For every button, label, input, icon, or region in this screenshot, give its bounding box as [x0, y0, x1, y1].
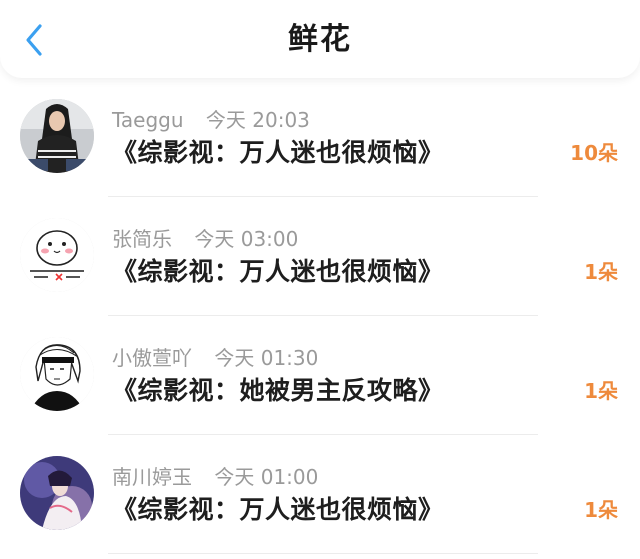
top-bar: 鲜花 — [0, 0, 640, 78]
book-title[interactable]: 《综影视：她被男主反攻略》 — [112, 374, 444, 408]
sender-name: 南川婷玉 — [112, 465, 192, 489]
flower-count: 1朵 — [584, 498, 618, 522]
gift-time: 03:00 — [240, 227, 299, 251]
sender-name: Taeggu — [112, 108, 184, 132]
gift-day: 今天 — [214, 346, 255, 370]
sender-name: 张简乐 — [112, 227, 172, 251]
sender-name: 小傲萱吖 — [112, 346, 192, 370]
gift-day: 今天 — [205, 108, 246, 132]
list-item[interactable]: 张简乐 今天 03:00 《综影视：万人迷也很烦恼》 1朵 — [0, 197, 640, 316]
gift-time: 01:30 — [260, 346, 319, 370]
avatar[interactable] — [20, 456, 94, 530]
gift-day: 今天 — [214, 465, 255, 489]
flowers-page: 鲜花 Taeggu 今天 20:03 《综影视：万人迷也很烦恼》 10朵 张简乐… — [0, 0, 640, 559]
list-item[interactable]: 南川婷玉 今天 01:00 《综影视：万人迷也很烦恼》 1朵 — [0, 435, 640, 554]
avatar-sketch-girl — [20, 337, 94, 411]
gift-meta: 张简乐 今天 03:00 — [112, 227, 298, 251]
gift-day: 今天 — [194, 227, 235, 251]
avatar[interactable] — [20, 337, 94, 411]
book-title[interactable]: 《综影视：万人迷也很烦恼》 — [112, 136, 444, 170]
gift-time: 20:03 — [252, 108, 310, 132]
gift-meta: 小傲萱吖 今天 01:30 — [112, 346, 318, 370]
page-title: 鲜花 — [288, 22, 352, 57]
book-title[interactable]: 《综影视：万人迷也很烦恼》 — [112, 493, 444, 527]
avatar[interactable] — [20, 218, 94, 292]
gift-time: 01:00 — [260, 465, 319, 489]
list-item[interactable]: 小傲萱吖 今天 01:30 《综影视：她被男主反攻略》 1朵 — [0, 316, 640, 435]
flower-gift-list: Taeggu 今天 20:03 《综影视：万人迷也很烦恼》 10朵 张简乐 今天… — [0, 78, 640, 554]
avatar-cartoon-blob — [20, 218, 94, 292]
book-title[interactable]: 《综影视：万人迷也很烦恼》 — [112, 255, 444, 289]
avatar-photo-woman — [20, 99, 94, 173]
divider — [108, 553, 538, 554]
flower-count: 1朵 — [584, 379, 618, 403]
gift-meta: Taeggu 今天 20:03 — [112, 108, 310, 132]
avatar[interactable] — [20, 99, 94, 173]
list-item[interactable]: Taeggu 今天 20:03 《综影视：万人迷也很烦恼》 10朵 — [0, 78, 640, 197]
flower-count: 10朵 — [570, 141, 618, 165]
flower-count: 1朵 — [584, 260, 618, 284]
gift-meta: 南川婷玉 今天 01:00 — [112, 465, 318, 489]
avatar-painting — [20, 456, 94, 530]
